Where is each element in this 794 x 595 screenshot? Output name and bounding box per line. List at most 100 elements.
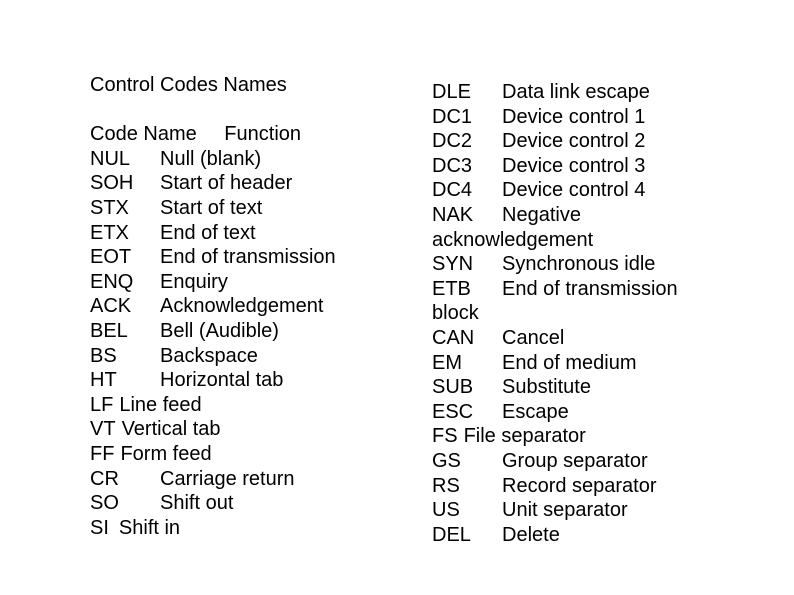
code-abbreviation: EM	[432, 351, 462, 374]
code-abbreviation: RS	[432, 474, 460, 497]
code-function: Acknowledgement	[160, 295, 324, 318]
list-item: VT Vertical tab	[90, 417, 336, 442]
code-abbreviation: NAK	[432, 203, 474, 226]
list-item: NAK Negative	[432, 203, 678, 228]
list-item: DLE Data link escape	[432, 80, 678, 105]
list-item: FF Form feed	[90, 442, 336, 467]
code-function: End of medium	[502, 351, 637, 374]
header-name: Name	[143, 123, 197, 146]
code-function: Horizontal tab	[160, 369, 284, 392]
left-column: Control Codes Names Code Name Function N…	[90, 73, 336, 540]
list-item: DC3 Device control 3	[432, 154, 678, 179]
list-item: BS Backspace	[90, 344, 336, 369]
code-function: Carriage return	[160, 467, 295, 490]
code-function: Negative	[502, 203, 581, 226]
code-function: Device control 3	[502, 154, 646, 177]
list-item: SOH Start of header	[90, 171, 336, 196]
list-item: DC4 Device control 4	[432, 178, 678, 203]
code-abbreviation: DC4	[432, 179, 473, 202]
code-function-continuation: acknowledgement	[432, 228, 594, 251]
code-abbreviation: DC1	[432, 105, 473, 128]
code-function: Cancel	[502, 326, 565, 349]
code-abbreviation: DEL	[432, 523, 471, 546]
code-abbreviation: ACK	[90, 295, 132, 318]
code-abbreviation: US	[432, 499, 460, 522]
code-abbreviation: ESC	[432, 400, 474, 423]
code-abbreviation: SO	[90, 492, 119, 515]
list-item: EM End of medium	[432, 351, 678, 376]
list-item: NUL Null (blank)	[90, 147, 336, 172]
code-function: Device control 1	[502, 105, 646, 128]
code-abbreviation: LF	[90, 393, 114, 416]
code-abbreviation: ENQ	[90, 270, 134, 293]
list-item: FS File separator	[432, 424, 678, 449]
code-abbreviation: EOT	[90, 246, 132, 269]
right-column: DLE Data link escape DC1 Device control 1 DC…	[432, 80, 678, 547]
code-function-continuation: block	[432, 302, 479, 325]
list-item: SI Shift in	[90, 516, 336, 541]
code-abbreviation: DLE	[432, 81, 471, 103]
slide-title: Control Codes Names	[90, 74, 287, 96]
header-function: Function	[224, 123, 302, 146]
code-abbreviation: GS	[432, 449, 461, 472]
code-function: Data link escape	[502, 81, 650, 103]
code-function: End of transmission	[502, 277, 678, 300]
code-function: Line feed	[119, 393, 202, 416]
list-item: SUB Substitute	[432, 375, 678, 400]
code-function: Start of text	[160, 196, 263, 219]
list-item: EOT End of transmission	[90, 245, 336, 270]
code-function: Form feed	[120, 442, 212, 465]
code-abbreviation: SI	[90, 516, 109, 539]
code-abbreviation: DC2	[432, 130, 473, 153]
code-function: Escape	[502, 400, 569, 423]
code-abbreviation: DC3	[432, 154, 473, 177]
code-function: Shift out	[160, 492, 234, 515]
code-abbreviation: VT	[90, 418, 116, 441]
code-abbreviation: NUL	[90, 147, 131, 170]
code-function: Enquiry	[160, 270, 228, 293]
list-item: ETB End of transmission	[432, 277, 678, 302]
code-function: Delete	[502, 523, 560, 546]
list-item: DC2 Device control 2	[432, 129, 678, 154]
code-function: Substitute	[502, 376, 591, 399]
list-item: BEL Bell (Audible)	[90, 319, 336, 344]
code-function: Bell (Audible)	[160, 319, 279, 342]
code-function: Start of header	[160, 172, 293, 195]
code-abbreviation: SYN	[432, 253, 474, 276]
left-code-list: NUL Null (blank) SOH Start of header STX Star…	[90, 147, 336, 541]
list-item: SO Shift out	[90, 491, 336, 516]
list-item: GS Group separator	[432, 449, 678, 474]
list-item: LF Line feed	[90, 393, 336, 418]
list-item: DEL Delete	[432, 523, 678, 548]
list-item: CAN Cancel	[432, 326, 678, 351]
list-item: ACK Acknowledgement	[90, 294, 336, 319]
list-item: US Unit separator	[432, 498, 678, 523]
code-abbreviation: CR	[90, 467, 119, 490]
code-abbreviation: SUB	[432, 376, 474, 399]
code-abbreviation: ETB	[432, 277, 471, 300]
code-function: Group separator	[502, 449, 648, 472]
code-function: File separator	[463, 425, 586, 448]
code-function: End of text	[160, 221, 256, 244]
code-abbreviation: BEL	[90, 319, 128, 342]
list-item: ENQ Enquiry	[90, 270, 336, 295]
list-item: ESC Escape	[432, 400, 678, 425]
header-code: Code	[90, 123, 138, 146]
list-item: STX Start of text	[90, 196, 336, 221]
table-header: Code Name Function	[90, 122, 336, 147]
list-item: HT Horizontal tab	[90, 368, 336, 393]
list-item: DC1 Device control 1	[432, 105, 678, 130]
code-function: Unit separator	[502, 499, 628, 522]
list-item: SYN Synchronous idle	[432, 252, 678, 277]
code-abbreviation: FS	[432, 425, 458, 448]
code-function: Device control 2	[502, 130, 646, 153]
code-abbreviation: CAN	[432, 326, 475, 349]
code-function: End of transmission	[160, 246, 336, 269]
code-function: Backspace	[160, 344, 258, 367]
list-item: ETX End of text	[90, 221, 336, 246]
right-code-list: DLE Data link escape DC1 Device control 1 DC…	[432, 80, 678, 547]
code-function: Vertical tab	[121, 418, 221, 441]
code-abbreviation: FF	[90, 442, 115, 465]
code-function: Null (blank)	[160, 147, 262, 170]
